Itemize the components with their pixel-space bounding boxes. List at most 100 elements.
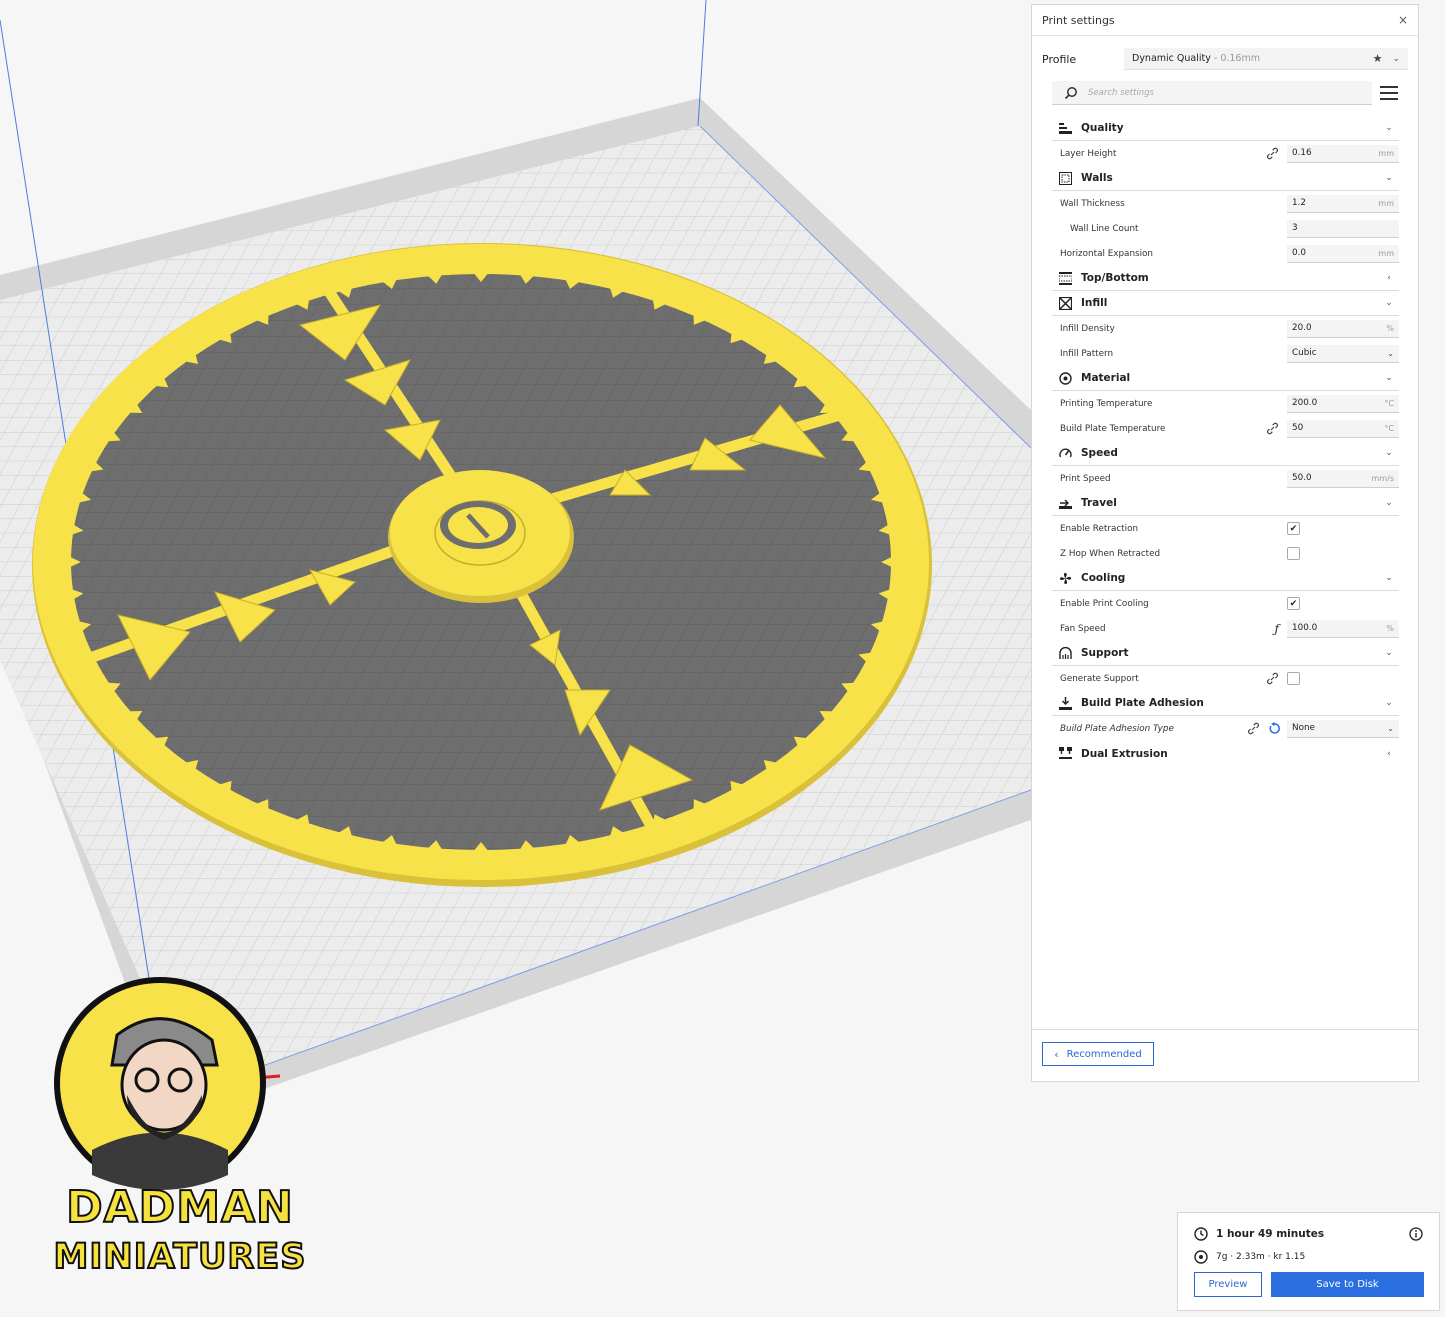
setting-label: Enable Print Cooling bbox=[1060, 598, 1149, 609]
link-icon[interactable] bbox=[1266, 147, 1279, 160]
enable-cooling-checkbox[interactable]: ✔ bbox=[1287, 597, 1300, 610]
setting-label: Enable Retraction bbox=[1060, 523, 1139, 534]
quality-icon bbox=[1059, 122, 1072, 135]
chevron-down-icon: ⌄ bbox=[1385, 448, 1393, 458]
search-row: Search settings bbox=[1052, 81, 1406, 105]
category-cooling[interactable]: Cooling ⌄ bbox=[1052, 566, 1399, 591]
category-topbottom[interactable]: Top/Bottom ‹ bbox=[1052, 266, 1399, 291]
info-icon[interactable] bbox=[1409, 1227, 1423, 1241]
chevron-left-icon: ‹ bbox=[1387, 273, 1391, 283]
preview-button[interactable]: Preview bbox=[1194, 1272, 1262, 1297]
chevron-down-icon: ⌄ bbox=[1387, 348, 1394, 358]
setting-horizontal-expansion: Horizontal Expansion 0.0 mm bbox=[1052, 241, 1399, 266]
adhesion-icon bbox=[1059, 696, 1072, 710]
chevron-down-icon: ⌄ bbox=[1385, 573, 1393, 583]
category-infill[interactable]: Infill ⌄ bbox=[1052, 291, 1399, 316]
link-icon[interactable] bbox=[1266, 422, 1279, 435]
generate-support-checkbox[interactable] bbox=[1287, 672, 1300, 685]
top-bottom-icon bbox=[1059, 271, 1072, 285]
search-placeholder: Search settings bbox=[1088, 87, 1154, 98]
category-travel[interactable]: Travel ⌄ bbox=[1052, 491, 1399, 516]
category-material[interactable]: Material ⌄ bbox=[1052, 366, 1399, 391]
category-label: Top/Bottom bbox=[1081, 272, 1149, 284]
setting-label: Infill Density bbox=[1060, 323, 1115, 334]
panel-title: Print settings bbox=[1042, 13, 1115, 27]
recommended-label: Recommended bbox=[1066, 1048, 1142, 1060]
spool-icon bbox=[1194, 1250, 1208, 1264]
infill-density-field[interactable]: 20.0% bbox=[1287, 319, 1399, 338]
category-support[interactable]: Support ⌄ bbox=[1052, 641, 1399, 666]
chevron-down-icon: ⌄ bbox=[1385, 298, 1393, 308]
recommended-button[interactable]: ‹ Recommended bbox=[1042, 1042, 1154, 1066]
setting-label: Fan Speed bbox=[1060, 623, 1106, 634]
clock-icon bbox=[1194, 1227, 1208, 1241]
print-speed-field[interactable]: 50.0 mm/s bbox=[1287, 469, 1399, 488]
category-quality[interactable]: Quality ⌄ bbox=[1052, 116, 1399, 141]
setting-enable-retraction: Enable Retraction ✔ bbox=[1052, 516, 1399, 541]
category-label: Walls bbox=[1081, 172, 1113, 184]
setting-wall-line-count: Wall Line Count 3 bbox=[1052, 216, 1399, 241]
avatar bbox=[54, 977, 266, 1190]
chevron-down-icon: ⌄ bbox=[1385, 373, 1393, 383]
chevron-down-icon: ⌄ bbox=[1385, 698, 1393, 708]
panel-footer: ‹ Recommended bbox=[1032, 1029, 1418, 1081]
build-plate-temperature-field[interactable]: 50 °C bbox=[1287, 419, 1399, 438]
star-icon[interactable]: ★ bbox=[1373, 52, 1383, 65]
function-icon[interactable]: ƒ bbox=[1275, 622, 1279, 636]
setting-layer-height: Layer Height 0.16 mm bbox=[1052, 141, 1399, 166]
chevron-down-icon: ⌄ bbox=[1385, 173, 1393, 183]
search-icon bbox=[1064, 86, 1077, 99]
material-icon bbox=[1059, 371, 1072, 385]
setting-label: Wall Line Count bbox=[1070, 223, 1139, 234]
category-dual-extrusion[interactable]: Dual Extrusion ‹ bbox=[1052, 741, 1399, 766]
category-label: Quality bbox=[1081, 122, 1124, 134]
printing-temperature-field[interactable]: 200.0 °C bbox=[1287, 394, 1399, 413]
profile-label: Profile bbox=[1042, 52, 1077, 66]
category-walls[interactable]: Walls ⌄ bbox=[1052, 166, 1399, 191]
z-hop-checkbox[interactable] bbox=[1287, 547, 1300, 560]
setting-infill-pattern: Infill Pattern Cubic ⌄ bbox=[1052, 341, 1399, 366]
setting-label: Build Plate Adhesion Type bbox=[1060, 723, 1174, 734]
setting-fan-speed: Fan Speed ƒ 100.0% bbox=[1052, 616, 1399, 641]
horizontal-expansion-field[interactable]: 0.0 mm bbox=[1287, 244, 1399, 263]
close-icon[interactable]: × bbox=[1398, 13, 1408, 27]
setting-label: Horizontal Expansion bbox=[1060, 248, 1154, 259]
category-label: Build Plate Adhesion bbox=[1081, 697, 1204, 709]
wall-thickness-field[interactable]: 1.2 mm bbox=[1287, 194, 1399, 213]
chevron-left-icon: ‹ bbox=[1387, 748, 1391, 759]
setting-label: Infill Pattern bbox=[1060, 348, 1114, 359]
profile-selector[interactable]: Dynamic Quality - 0.16mm ★ ⌄ bbox=[1124, 48, 1408, 70]
profile-row: Profile Dynamic Quality - 0.16mm ★ ⌄ bbox=[1042, 48, 1408, 70]
setting-label: Z Hop When Retracted bbox=[1060, 548, 1161, 559]
wall-line-count-field[interactable]: 3 bbox=[1287, 219, 1399, 238]
setting-wall-thickness: Wall Thickness 1.2 mm bbox=[1052, 191, 1399, 216]
category-speed[interactable]: Speed ⌄ bbox=[1052, 441, 1399, 466]
print-time: 1 hour 49 minutes bbox=[1216, 1228, 1325, 1240]
print-estimate-card: 1 hour 49 minutes 7g · 2.33m · kr 1.15 P… bbox=[1177, 1212, 1440, 1311]
settings-menu-icon[interactable] bbox=[1380, 86, 1398, 100]
dadman-miniatures-logo: DADMAN MINIATURES bbox=[30, 975, 320, 1295]
setting-label: Build Plate Temperature bbox=[1060, 423, 1166, 434]
category-label: Travel bbox=[1081, 497, 1117, 509]
layer-height-field[interactable]: 0.16 mm bbox=[1287, 144, 1399, 163]
adhesion-type-select[interactable]: None ⌄ bbox=[1287, 719, 1399, 738]
setting-label: Layer Height bbox=[1060, 148, 1117, 159]
support-icon bbox=[1059, 646, 1072, 660]
enable-retraction-checkbox[interactable]: ✔ bbox=[1287, 522, 1300, 535]
infill-pattern-select[interactable]: Cubic ⌄ bbox=[1287, 344, 1399, 363]
setting-printing-temperature: Printing Temperature 200.0 °C bbox=[1052, 391, 1399, 416]
search-input[interactable]: Search settings bbox=[1052, 81, 1372, 105]
save-to-disk-button[interactable]: Save to Disk bbox=[1271, 1272, 1424, 1297]
category-adhesion[interactable]: Build Plate Adhesion ⌄ bbox=[1052, 691, 1399, 716]
link-icon[interactable] bbox=[1266, 672, 1279, 685]
reset-icon[interactable] bbox=[1268, 722, 1281, 735]
profile-name: Dynamic Quality bbox=[1132, 53, 1211, 64]
chevron-left-icon: ‹ bbox=[1054, 1047, 1059, 1061]
fan-speed-field[interactable]: 100.0% bbox=[1287, 619, 1399, 638]
category-label: Speed bbox=[1081, 447, 1118, 459]
disc-model bbox=[32, 243, 932, 887]
category-label: Dual Extrusion bbox=[1081, 747, 1168, 760]
category-label: Cooling bbox=[1081, 572, 1126, 584]
link-icon[interactable] bbox=[1247, 722, 1260, 735]
setting-label: Printing Temperature bbox=[1060, 398, 1153, 409]
